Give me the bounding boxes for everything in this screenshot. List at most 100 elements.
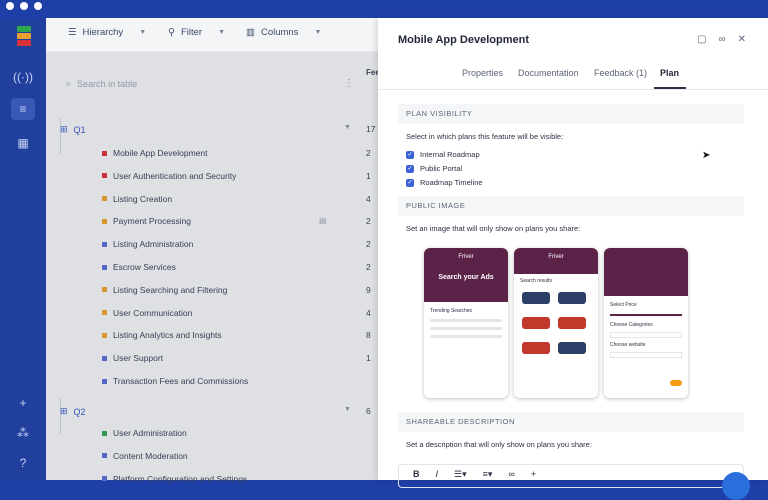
checkbox-roadmap-timeline[interactable]: ✓ Roadmap Timeline — [406, 178, 483, 187]
link-icon[interactable]: ∞ — [718, 34, 725, 45]
filter-label: Filter — [180, 27, 203, 38]
phone-header: Friver Search your Ads — [424, 248, 508, 302]
status-square-icon — [102, 196, 107, 202]
filter-sheet: Select Price Choose Categories Choose we… — [604, 296, 688, 398]
tab-feedback[interactable]: Feedback (1) — [594, 68, 647, 78]
table-row[interactable]: User Authentication and Security — [102, 171, 236, 181]
brand-name: Friver — [458, 254, 474, 260]
group-count: 6 — [366, 406, 371, 416]
tab-plan[interactable]: Plan — [660, 68, 679, 78]
search-title: Search your Ads — [438, 274, 494, 281]
grid-icon[interactable]: ▦ — [11, 132, 35, 154]
chevron-down-icon: ▼ — [218, 29, 226, 36]
chevron-down-icon[interactable]: ▼ — [344, 406, 351, 413]
status-square-icon — [102, 173, 107, 179]
add-user-icon[interactable]: + — [11, 392, 35, 414]
hierarchy-icon: ☰ — [68, 27, 77, 38]
maximize-window-dot[interactable] — [34, 2, 42, 10]
panel-tabs: Properties Documentation Feedback (1) Pl… — [378, 66, 768, 90]
table-row[interactable]: Escrow Services — [102, 262, 176, 272]
chevron-down-icon[interactable]: ▼ — [344, 124, 351, 131]
roadmap-icon[interactable]: ≡ — [11, 98, 35, 120]
shareable-description-text: Set a description that will only show on… — [406, 440, 592, 449]
columns-icon: ▥ — [246, 27, 255, 38]
choose-categories-label: Choose Categories — [610, 322, 653, 328]
team-icon[interactable]: ⁂ — [11, 422, 35, 444]
window-controls — [6, 2, 42, 10]
table-row[interactable]: Content Moderation — [102, 451, 188, 461]
chevron-down-icon: ▼ — [314, 29, 322, 36]
insert-icon[interactable]: + — [531, 469, 536, 483]
bullet-list-icon[interactable]: ☰▾ — [454, 469, 467, 483]
row-label: User Administration — [113, 428, 187, 438]
checkbox-label: Public Portal — [420, 164, 463, 173]
status-square-icon — [102, 378, 107, 384]
link-icon[interactable]: ∞ — [508, 469, 514, 483]
table-row[interactable]: User Support — [102, 353, 163, 363]
phone-header: Friver — [514, 248, 598, 274]
close-window-dot[interactable] — [6, 2, 14, 10]
table-row[interactable]: User Administration — [102, 428, 187, 438]
more-options-icon[interactable]: ⋮ — [344, 78, 354, 89]
numbered-list-icon[interactable]: ≡▾ — [483, 469, 493, 483]
panel-title: Mobile App Development — [398, 34, 529, 46]
table-row[interactable]: Listing Searching and Filtering — [102, 285, 227, 295]
status-square-icon — [102, 264, 107, 270]
row-label: Mobile App Development — [113, 148, 208, 158]
select-price-label: Select Price — [610, 302, 637, 308]
document-icon[interactable]: ▤ — [319, 216, 327, 225]
hierarchy-label: Hierarchy — [82, 27, 124, 38]
chat-bubble-button[interactable] — [722, 472, 750, 500]
row-value: 1 — [366, 353, 371, 364]
row-value: 2 — [366, 239, 371, 250]
table-row[interactable]: Listing Creation — [102, 194, 172, 204]
hierarchy-icon: ⊞ — [60, 124, 68, 134]
help-icon[interactable]: ? — [11, 452, 35, 474]
table-row[interactable]: Transaction Fees and Commissions — [102, 376, 248, 386]
active-tab-indicator — [654, 87, 686, 89]
table-row[interactable]: Listing Administration — [102, 239, 193, 249]
checkbox-public-portal[interactable]: ✓ Public Portal — [406, 164, 462, 173]
hierarchy-icon: ⊞ — [60, 406, 68, 416]
feature-table: ⌕ Search in table ⋮ Fee ⊞ Q1 ▼ 17 Mobile… — [46, 52, 380, 484]
plan-visibility-description: Select in which plans this feature will … — [406, 132, 564, 141]
filter-button[interactable]: ⚲ Filter ▼ — [168, 27, 225, 38]
row-label: Listing Administration — [113, 239, 194, 250]
filter-icon: ⚲ — [168, 27, 175, 38]
italic-button[interactable]: I — [436, 469, 439, 483]
table-row[interactable]: Mobile App Development — [102, 148, 208, 158]
row-label: Listing Analytics and Insights — [113, 330, 222, 341]
chevron-down-icon: ▼ — [139, 29, 147, 36]
toggle-switch — [670, 380, 682, 386]
broadcast-icon[interactable]: ((·)) — [11, 66, 35, 88]
search-icon: ⌕ — [66, 78, 72, 88]
table-row[interactable]: User Communication — [102, 308, 192, 318]
public-image-heading: PUBLIC IMAGE — [398, 196, 744, 216]
row-label: User Communication — [113, 307, 193, 318]
search-input[interactable]: ⌕ Search in table — [66, 78, 137, 89]
bold-button[interactable]: B — [413, 469, 420, 483]
table-row[interactable]: Listing Analytics and Insights — [102, 330, 222, 340]
row-label: Listing Creation — [113, 193, 173, 204]
shareable-description-heading: SHAREABLE DESCRIPTION — [398, 412, 744, 432]
tab-properties[interactable]: Properties — [462, 68, 503, 78]
table-row[interactable]: Payment Processing — [102, 216, 191, 226]
close-icon[interactable]: ✕ — [738, 34, 746, 45]
checkbox-internal-roadmap[interactable]: ✓ Internal Roadmap — [406, 150, 480, 159]
public-image-preview[interactable]: Friver Search your Ads Trending Searches… — [424, 248, 690, 398]
table-row[interactable]: Platform Configuration and Settings — [102, 474, 247, 484]
checkbox-checked-icon: ✓ — [406, 164, 414, 173]
group-q2[interactable]: ⊞ Q2 — [60, 406, 86, 417]
row-label: Payment Processing — [113, 216, 191, 227]
columns-button[interactable]: ▥ Columns ▼ — [246, 27, 321, 38]
row-value: 4 — [366, 193, 371, 204]
hierarchy-button[interactable]: ☰ Hierarchy ▼ — [68, 27, 146, 38]
tab-documentation[interactable]: Documentation — [518, 68, 579, 78]
checkbox-checked-icon: ✓ — [406, 178, 414, 187]
open-icon[interactable]: ▢ — [697, 34, 706, 45]
status-square-icon — [102, 332, 107, 338]
phone-header — [604, 248, 688, 296]
minimize-window-dot[interactable] — [20, 2, 28, 10]
row-value: 4 — [366, 307, 371, 318]
group-q1[interactable]: ⊞ Q1 — [60, 124, 86, 135]
